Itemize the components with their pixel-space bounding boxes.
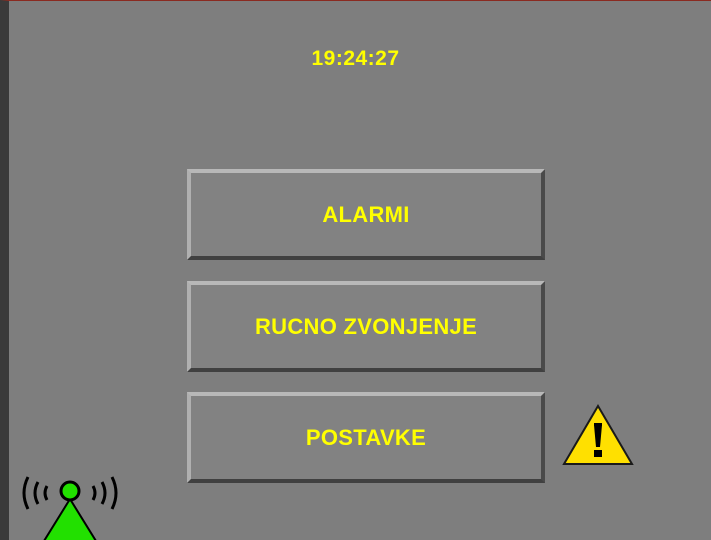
postavke-button-label: POSTAVKE bbox=[305, 424, 427, 450]
rucno-zvonjenje-button-label: RUCNO ZVONJENJE bbox=[254, 313, 478, 339]
alarmi-button[interactable]: ALARMI bbox=[187, 169, 545, 260]
hmi-screen: 19:24:27 ALARMI RUCNO ZVONJENJE POSTAVKE bbox=[0, 0, 711, 540]
warning-triangle-icon[interactable] bbox=[561, 403, 635, 467]
clock-display: 19:24:27 bbox=[311, 47, 400, 70]
radio-antenna-icon bbox=[22, 476, 118, 540]
rucno-zvonjenje-button[interactable]: RUCNO ZVONJENJE bbox=[187, 281, 545, 372]
alarmi-button-label: ALARMI bbox=[322, 201, 410, 227]
postavke-button[interactable]: POSTAVKE bbox=[187, 392, 545, 483]
